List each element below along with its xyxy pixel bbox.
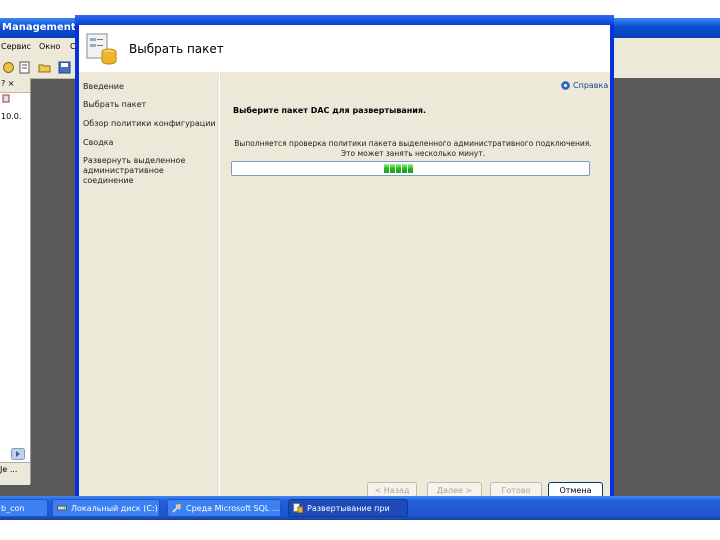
progress-block xyxy=(390,164,395,173)
server-node[interactable]: 10.0. xyxy=(1,112,21,121)
wizard-content xyxy=(221,72,610,496)
help-label[interactable]: Справка xyxy=(573,81,608,90)
progress-message-line2: Это может занять несколько минут. xyxy=(340,149,486,158)
package-icon xyxy=(86,33,117,65)
taskbar-item-sql-studio[interactable]: Среда Microsoft SQL ... xyxy=(167,499,281,517)
nav-item-deploy[interactable]: Развернуть выделенное административное с… xyxy=(83,156,213,186)
taskbar-item-local-disk[interactable]: Локальный диск (C:) xyxy=(52,499,160,517)
save-icon[interactable] xyxy=(58,61,71,74)
nav-item-summary[interactable]: Сводка xyxy=(83,138,113,148)
progress-bar-fill xyxy=(384,164,413,173)
refresh-icon[interactable] xyxy=(2,61,15,74)
help-link[interactable]: Справка xyxy=(561,81,608,90)
server-icon xyxy=(2,94,10,103)
drive-icon xyxy=(57,505,67,511)
taskbar-item-label: Развертывание при xyxy=(307,503,390,513)
nav-item-select-package[interactable]: Выбрать пакет xyxy=(83,100,146,110)
wizard-nav xyxy=(79,72,220,496)
panel-bottom-label: Je ... xyxy=(0,465,18,474)
sql-tools-icon xyxy=(172,504,181,513)
progress-block xyxy=(384,164,389,173)
taskbar-item-label: Среда Microsoft SQL ... xyxy=(186,503,280,513)
taskbar-item-deploy[interactable]: Развертывание при xyxy=(288,499,408,517)
new-query-icon[interactable] xyxy=(18,61,31,74)
dialog-titlebar[interactable] xyxy=(75,15,614,25)
taskbar-item-window[interactable]: b_con xyxy=(0,499,48,517)
progress-message: Выполняется проверка политики пакета выд… xyxy=(233,139,593,159)
progress-message-line1: Выполняется проверка политики пакета выд… xyxy=(234,139,592,148)
menu-tools[interactable]: Сервис xyxy=(1,42,31,51)
progress-block xyxy=(408,164,413,173)
package-icon xyxy=(293,503,303,513)
progress-block xyxy=(396,164,401,173)
object-explorer-panel xyxy=(0,78,31,484)
taskbar-item-label: b_con xyxy=(1,503,25,513)
panel-controls[interactable]: ? × xyxy=(1,79,15,88)
taskbar-item-label: Локальный диск (C:) xyxy=(71,503,158,513)
section-title: Выберите пакет DAC для развертывания. xyxy=(233,106,427,115)
menu-window[interactable]: Окно xyxy=(39,42,60,51)
scroll-right-icon[interactable] xyxy=(11,448,25,460)
open-folder-icon[interactable] xyxy=(38,61,51,74)
help-icon xyxy=(561,81,570,90)
nav-item-policy-review[interactable]: Обзор политики конфигурации xyxy=(83,119,216,129)
document-area xyxy=(614,78,720,496)
dialog-title: Выбрать пакет xyxy=(129,42,224,56)
progress-block xyxy=(402,164,407,173)
nav-item-introduction[interactable]: Введение xyxy=(83,82,124,92)
